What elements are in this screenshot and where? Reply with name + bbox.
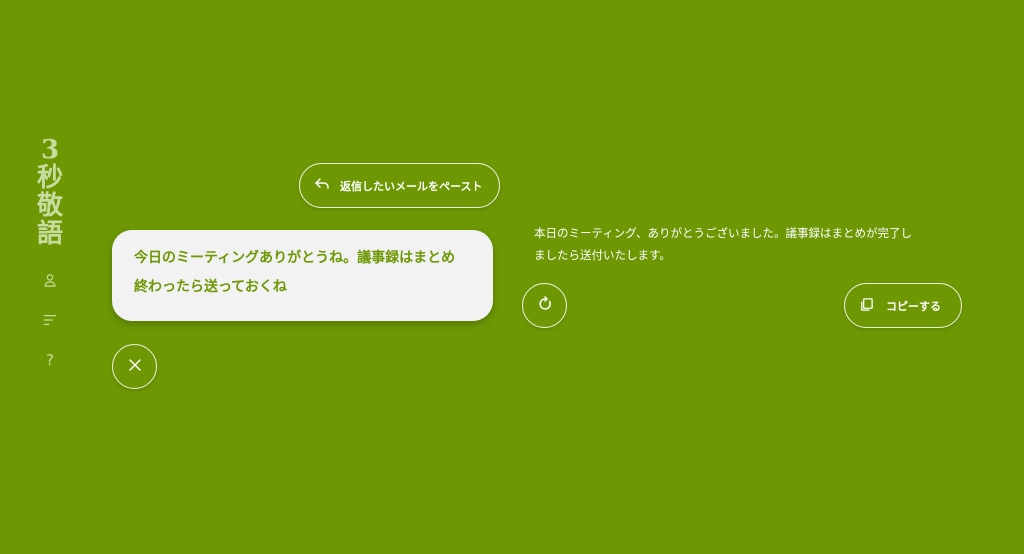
- help-label: ?: [46, 350, 54, 369]
- app-page: 3 秒 敬 語 ? 返信したいメールをペースト 今日のミーティングありがとうね。…: [0, 0, 1024, 554]
- close-x-icon: [127, 357, 143, 377]
- input-line: 今日のミーティングありがとうね。議事録はまとめ: [134, 250, 456, 266]
- paste-email-button[interactable]: 返信したいメールをペースト: [299, 163, 500, 208]
- logo-char: 秒: [36, 163, 63, 193]
- output-line: ましたら送付いたします。: [534, 248, 671, 262]
- help-question-icon[interactable]: ?: [38, 348, 62, 372]
- copy-icon: [859, 297, 874, 315]
- paste-button-label: 返信したいメールをペースト: [340, 179, 483, 193]
- copy-button[interactable]: コピーする: [844, 283, 962, 328]
- clear-button[interactable]: [112, 344, 157, 389]
- reply-arrow-icon: [314, 176, 330, 195]
- regenerate-button[interactable]: [522, 283, 567, 328]
- input-message-card[interactable]: 今日のミーティングありがとうね。議事録はまとめ 終わったら送っておくね: [112, 230, 493, 321]
- logo-char: 3: [40, 135, 60, 165]
- converted-output: 本日のミーティング、ありがとうございました。議事録はまとめが完了し ましたら送付…: [534, 222, 954, 266]
- output-line: 本日のミーティング、ありがとうございました。議事録はまとめが完了し: [534, 226, 913, 240]
- menu-lines-icon[interactable]: [38, 308, 62, 332]
- logo: 3 秒 敬 語: [37, 136, 63, 248]
- sidebar: 3 秒 敬 語 ?: [28, 136, 72, 372]
- refresh-icon: [537, 295, 553, 316]
- copy-button-label: コピーする: [886, 299, 941, 313]
- logo-char: 語: [36, 219, 63, 249]
- sidebar-nav: ?: [38, 268, 62, 372]
- input-line: 終わったら送っておくね: [134, 279, 287, 295]
- person-icon[interactable]: [38, 268, 62, 292]
- logo-char: 敬: [36, 191, 63, 221]
